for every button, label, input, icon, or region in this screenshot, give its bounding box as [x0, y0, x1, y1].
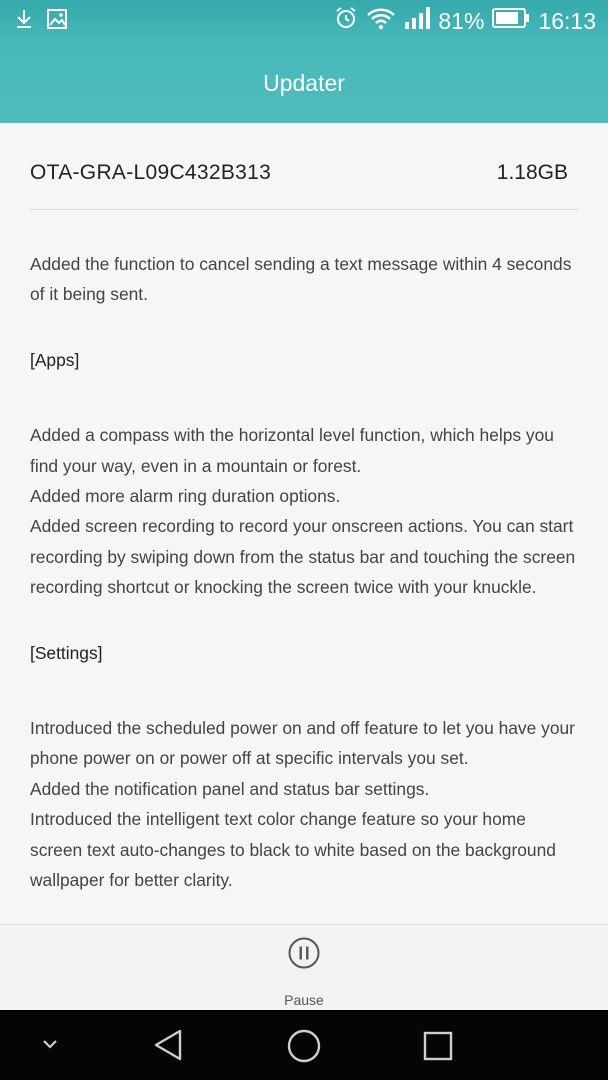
battery-percent: 81%: [438, 8, 485, 34]
alarm-icon: [334, 6, 358, 36]
package-info: OTA-GRA-L09C432B313 1.18GB: [30, 147, 578, 210]
navigation-bar: [0, 1010, 608, 1080]
section-heading-apps: [Apps]: [30, 349, 80, 370]
pause-button[interactable]: Pause: [254, 933, 354, 1009]
signal-icon: [404, 6, 431, 36]
pause-circle-icon: [288, 937, 320, 969]
battery-icon: [492, 7, 530, 35]
note-item: Added the notification panel and status …: [30, 778, 430, 799]
pause-label: Pause: [284, 992, 324, 1008]
action-bar: Pause: [0, 924, 608, 1011]
back-icon[interactable]: [150, 1028, 186, 1067]
clock: 16:13: [538, 8, 596, 34]
app-header: 81% 16:13 Updater: [0, 0, 608, 123]
recents-icon[interactable]: [422, 1030, 454, 1067]
wifi-icon: [366, 6, 396, 36]
download-icon: [14, 8, 34, 36]
status-bar: 81% 16:13: [0, 0, 608, 42]
package-name: OTA-GRA-L09C432B313: [30, 161, 272, 184]
release-notes-scroll[interactable]: OTA-GRA-L09C432B313 1.18GB Added the fun…: [0, 123, 608, 924]
home-icon[interactable]: [286, 1028, 322, 1069]
note-item: Added a compass with the horizontal leve…: [30, 425, 554, 476]
page-title: Updater: [263, 70, 345, 96]
note-intro: Added the function to cancel sending a t…: [30, 254, 572, 305]
release-notes: Added the function to cancel sending a t…: [30, 249, 578, 896]
note-item: Introduced the scheduled power on and of…: [30, 718, 575, 769]
package-size: 1.18GB: [496, 161, 568, 184]
section-heading-settings: [Settings]: [30, 642, 103, 663]
chevron-down-icon[interactable]: [38, 1036, 62, 1057]
note-item: Added more alarm ring duration options.: [30, 486, 341, 507]
note-item: Added screen recording to record your on…: [30, 516, 576, 598]
image-icon: [46, 8, 68, 36]
note-item: Introduced the intelligent text color ch…: [30, 809, 556, 891]
